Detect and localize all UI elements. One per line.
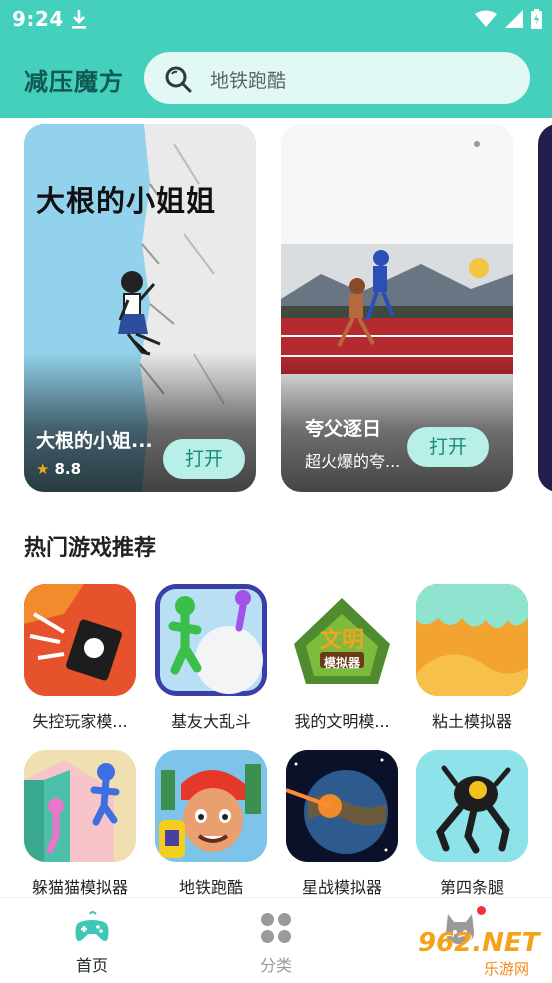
banner-card-1[interactable]: 大根的小姐姐 大根的小姐... ★ 8.8 打开 <box>24 124 256 492</box>
gamepad-icon <box>74 910 110 946</box>
nav-item-home[interactable]: 首页 <box>52 910 132 976</box>
status-time: 9:24 <box>12 7 64 31</box>
game-tile[interactable]: 地铁跑酷 <box>155 750 267 898</box>
watermark-subtext: 乐游网 <box>484 960 530 978</box>
rating-value: 8.8 <box>54 460 82 478</box>
status-icons <box>475 9 542 29</box>
game-tile[interactable]: 文明 模拟器 我的文明模... <box>286 584 398 732</box>
hide-seek-icon <box>24 750 136 862</box>
robot-bug-icon <box>416 750 528 862</box>
explosion-icon <box>24 584 136 696</box>
download-icon <box>72 10 86 29</box>
game-tile[interactable]: 第四条腿 <box>416 750 528 898</box>
game-tile[interactable]: 躲猫猫模拟器 <box>24 750 136 898</box>
game-label: 躲猫猫模拟器 <box>31 878 128 897</box>
card-title: 夸父逐日 <box>305 418 382 440</box>
poster-title: 大根的小姐姐 <box>36 184 217 218</box>
game-label: 第四条腿 <box>439 878 504 897</box>
signal-icon <box>505 10 523 28</box>
game-tile[interactable]: 基友大乱斗 <box>155 584 267 732</box>
rating: ★ 8.8 <box>36 460 81 478</box>
watermark-text: 962.NET <box>418 928 540 958</box>
banner-card-2[interactable]: 夸父逐日 超火爆的夸... 打开 <box>281 124 513 492</box>
section-title: 热门游戏推荐 <box>24 536 157 561</box>
game-tile[interactable]: 失控玩家模... <box>24 584 136 732</box>
planet-icon <box>286 750 398 862</box>
banner-carousel[interactable]: 大根的小姐姐 大根的小姐... ★ 8.8 打开 夸父逐日 超火爆的夸... 打… <box>0 118 552 508</box>
subway-surfer-icon <box>155 750 267 862</box>
game-label: 粘土模拟器 <box>431 712 512 731</box>
game-label: 我的文明模... <box>294 712 390 731</box>
game-label: 地铁跑酷 <box>178 878 243 897</box>
status-bar: 9:24 <box>0 0 552 38</box>
game-label: 星战模拟器 <box>301 878 382 897</box>
nav-label-category: 分类 <box>259 956 292 975</box>
slime-icon <box>416 584 528 696</box>
civilization-logo-subtext: 模拟器 <box>323 656 360 670</box>
card-title: 大根的小姐... <box>36 430 153 452</box>
search-box[interactable]: 地铁跑酷 <box>144 52 530 104</box>
game-label: 失控玩家模... <box>32 712 128 731</box>
banner-card-3[interactable] <box>538 124 552 492</box>
battery-icon <box>531 9 542 29</box>
wifi-icon <box>475 10 497 27</box>
civilization-icon: 文明 模拟器 <box>286 584 398 696</box>
nav-label-home: 首页 <box>75 956 108 975</box>
watermark: 962.NET 乐游网 <box>412 928 552 978</box>
snowball-icon <box>155 584 267 696</box>
card-subtitle: 超火爆的夸... <box>305 452 401 471</box>
civilization-logo-text: 文明 <box>319 628 364 653</box>
game-tile[interactable]: 星战模拟器 <box>286 750 398 898</box>
grid-icon <box>258 910 294 946</box>
search-placeholder: 地铁跑酷 <box>210 70 287 92</box>
star-icon: ★ <box>36 460 50 478</box>
app-header: 9:24 减压魔方 地铁跑酷 <box>0 0 552 118</box>
nav-item-category[interactable]: 分类 <box>236 910 316 976</box>
open-button[interactable]: 打开 <box>163 439 245 479</box>
app-title: 减压魔方 <box>24 68 124 96</box>
notification-dot <box>477 906 486 915</box>
open-button[interactable]: 打开 <box>407 427 489 467</box>
game-tile[interactable]: 粘土模拟器 <box>416 584 528 732</box>
game-label: 基友大乱斗 <box>170 712 251 731</box>
search-icon <box>165 66 192 93</box>
